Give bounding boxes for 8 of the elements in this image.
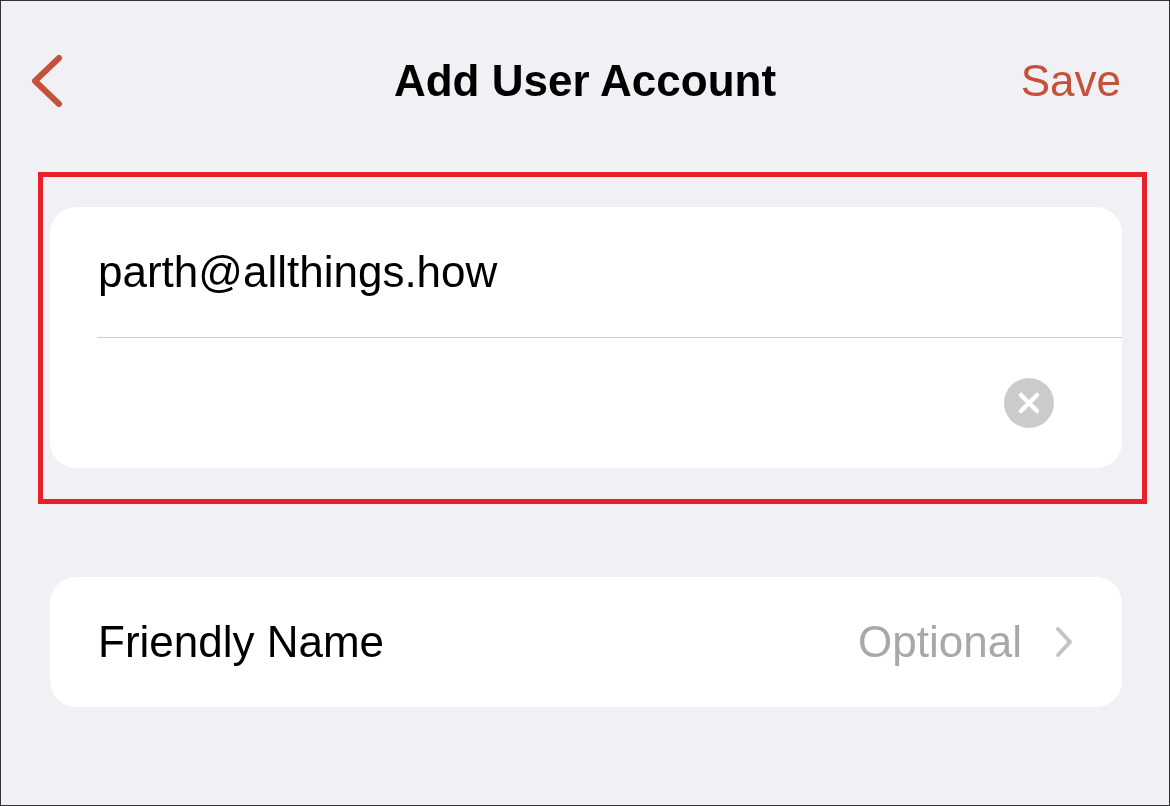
screen-title: Add User Account (393, 56, 777, 106)
save-button[interactable]: Save (1020, 56, 1121, 106)
settings-row[interactable]: Friendly Name Optional (50, 577, 1122, 707)
back-icon[interactable] (29, 54, 65, 108)
setting-label: Friendly Name (98, 617, 385, 667)
chevron-icon (1054, 625, 1074, 659)
setting-value: Optional (858, 617, 1022, 667)
email-field[interactable]: parth@allthings.how (98, 247, 1054, 297)
